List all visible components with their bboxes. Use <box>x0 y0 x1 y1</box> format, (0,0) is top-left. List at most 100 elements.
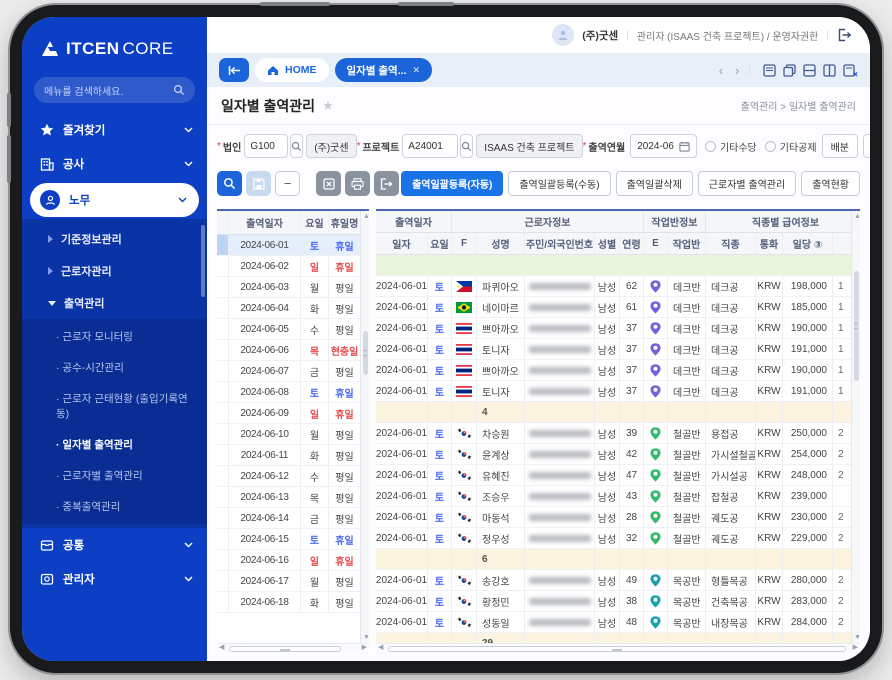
worker-attendance-row[interactable]: 2024-06-01 토 송강호 남성 49 목공반 형틀목공 KRW 280,000 2 <box>376 570 851 591</box>
print-button[interactable] <box>345 171 370 196</box>
worker-attendance-row[interactable]: 2024-06-01 토 성동일 남성 48 목공반 내장목공 KRW 284,000 2 <box>376 612 851 633</box>
scrollbar-thumb[interactable] <box>853 271 859 381</box>
search-button[interactable] <box>217 171 242 196</box>
cascade-view-icon[interactable] <box>783 63 796 77</box>
worker-attendance-row[interactable]: 2024-06-01 토 정우성 남성 32 철골반 궤도공 KRW 229,000 2 <box>376 528 851 549</box>
date-row[interactable]: 2024-06-13 목 평일 <box>217 487 369 508</box>
worker-attendance-row[interactable]: 2024-06-01 토 차승원 남성 39 철골반 용접공 KRW 250,000 2 <box>376 423 851 444</box>
worker-attendance-row[interactable]: 2024-06-01 토 쁘아까오 남성 37 데크반 데크공 KRW 190,000 1 <box>376 318 851 339</box>
sidebar-item-construction[interactable]: 공사 <box>22 147 207 181</box>
work-team: 목공반 <box>668 612 706 632</box>
corp-search-button[interactable] <box>290 134 304 158</box>
date-row[interactable]: 2024-06-09 일 휴일 <box>217 403 369 424</box>
submenu-item-worker-mgmt[interactable]: 근로자관리 <box>22 255 207 287</box>
attendance-table-hscrollbar[interactable]: ◀ ▶ <box>376 643 860 653</box>
bulk-register-manual-button[interactable]: 출역일괄등록(수동) <box>508 171 611 196</box>
submenu-item-attendance[interactable]: 출역관리 <box>22 287 207 319</box>
attendance-date: 2024-06-17 <box>229 571 301 591</box>
submenu-item-work-status[interactable]: · 근로자 근태현황 (출입기록연동) <box>22 383 207 429</box>
sidebar-item-labor[interactable]: 노무 <box>30 183 199 217</box>
attendance-table-vscrollbar[interactable]: ▲▼ <box>851 211 860 643</box>
favorite-star-icon[interactable]: ★ <box>322 98 334 114</box>
worker-attendance-row[interactable]: 2024-06-01토 윤계상 남성42 철골반가시설철골공KRW254,000 2 <box>376 444 851 465</box>
date-row[interactable]: 2024-06-18 화 평일 <box>217 592 369 613</box>
export-button[interactable] <box>374 171 399 196</box>
bulk-register-auto-button[interactable]: 출역일괄등록(자동) <box>401 171 504 196</box>
date-row[interactable]: 2024-06-01 토 휴일 <box>217 235 369 256</box>
distribute-button[interactable]: 배분 <box>821 134 858 158</box>
tab-home[interactable]: HOME <box>255 58 329 82</box>
close-icon[interactable]: ✕ <box>412 65 420 76</box>
submenu-item-duplicate-attendance[interactable]: · 중복출역관리 <box>22 491 207 522</box>
date-row[interactable]: 2024-06-12 수 평일 <box>217 466 369 487</box>
project-search-button[interactable] <box>460 134 474 158</box>
worker-attendance-row[interactable]: 2024-06-01 토 파퀴아오 남성 62 데크반 데크공 KRW 198,000 1 <box>376 276 851 297</box>
corp-code-input[interactable] <box>244 134 289 158</box>
avatar[interactable] <box>552 24 575 46</box>
worker-attendance-button[interactable]: 근로자별 출역관리 <box>697 171 797 196</box>
date-row[interactable]: 2024-06-11 화 평일 <box>217 445 369 466</box>
date-row[interactable]: 2024-06-17 월 평일 <box>217 571 369 592</box>
date-row[interactable]: 2024-06-05 수 평일 <box>217 319 369 340</box>
radio-extra-allowance[interactable]: 기타수당 <box>704 139 757 154</box>
flag-korea-icon <box>456 574 472 586</box>
date-row[interactable]: 2024-06-02 일 휴일 <box>217 256 369 277</box>
worker-attendance-row[interactable]: 2024-06-01 토 토니자 남성 37 데크반 데크공 KRW 191,000 1 <box>376 381 851 402</box>
date-row[interactable]: 2024-06-14 금 평일 <box>217 508 369 529</box>
submenu-item-base-info[interactable]: 기준정보관리 <box>22 223 207 255</box>
app-logo: ITCEN CORE <box>22 17 207 73</box>
subtotal-row[interactable]: 4 <box>376 402 851 423</box>
split-vertical-icon[interactable] <box>823 63 836 77</box>
sidebar-item-admin[interactable]: 관리자 <box>22 562 207 596</box>
submenu-item-daily-attendance[interactable]: · 일자별 출역관리 <box>22 429 207 460</box>
worker-attendance-row[interactable]: 2024-06-01 토 쁘아까오 남성 37 데크반 데크공 KRW 190,000 1 <box>376 360 851 381</box>
worker-attendance-row[interactable]: 2024-06-01 토 조승우 남성 43 철골반 잡철공 KRW 239,000 <box>376 486 851 507</box>
project-code-input[interactable] <box>402 134 459 158</box>
subtotal-row[interactable]: 29 <box>376 633 851 643</box>
work-team: 철골반 <box>668 423 706 443</box>
date-row[interactable]: 2024-06-15 토 휴일 <box>217 529 369 550</box>
subtotal-row[interactable]: 6 <box>376 549 851 570</box>
date-row[interactable]: 2024-06-03 월 평일 <box>217 277 369 298</box>
date-table-vscrollbar[interactable]: ▲▼ <box>360 211 369 643</box>
sidebar-collapse-button[interactable] <box>219 58 249 82</box>
date-row[interactable]: 2024-06-04 화 평일 <box>217 298 369 319</box>
date-row[interactable]: 2024-06-16 일 휴일 <box>217 550 369 571</box>
menu-search-input[interactable]: 메뉴를 검색하세요. <box>34 77 195 103</box>
logout-icon[interactable] <box>837 28 852 42</box>
submenu-scrollbar[interactable] <box>201 225 205 297</box>
tab-prev-arrow[interactable]: ‹ <box>716 63 726 78</box>
worker-attendance-row[interactable]: 2024-06-01 토 네이마르 남성 61 데크반 데크공 KRW 185,000 1 <box>376 297 851 318</box>
single-view-icon[interactable] <box>763 63 776 77</box>
attendance-status-button[interactable]: 출역현황 <box>801 171 860 196</box>
worker-attendance-row[interactable]: 2024-06-01 토 토니자 남성 37 데크반 데크공 KRW 191,000 1 <box>376 339 851 360</box>
scrollbar-thumb[interactable] <box>362 331 368 375</box>
save-button[interactable] <box>246 171 271 196</box>
worker-attendance-row[interactable]: 2024-06-01 토 유혜진 남성 47 철골반 가시설공 KRW 248,000 2 <box>376 465 851 486</box>
tab-next-arrow[interactable]: › <box>732 63 742 78</box>
split-horizontal-icon[interactable] <box>803 63 816 77</box>
bulk-assign-button[interactable]: 일괄지정 <box>862 134 870 158</box>
excel-export-button[interactable] <box>316 171 341 196</box>
radio-extra-deduction[interactable]: 기타공제 <box>764 139 817 154</box>
bulk-delete-button[interactable]: 출역일괄삭제 <box>615 171 693 196</box>
submenu-item-worker-monitoring[interactable]: · 근로자 모니터링 <box>22 321 207 352</box>
date-table-hscrollbar[interactable]: ◀ ▶ <box>217 643 369 653</box>
scrollbar-thumb[interactable] <box>229 645 341 652</box>
worker-attendance-row[interactable]: 2024-06-01 토 마동석 남성 28 철골반 궤도공 KRW 230,000 2 <box>376 507 851 528</box>
sidebar-item-common[interactable]: 공통 <box>22 528 207 562</box>
scrollbar-thumb[interactable] <box>388 645 846 652</box>
close-all-icon[interactable] <box>843 63 858 77</box>
submenu-item-manhour-time[interactable]: · 공수-시간관리 <box>22 352 207 383</box>
submenu-item-worker-attendance[interactable]: · 근로자별 출역관리 <box>22 460 207 491</box>
tab-daily-attendance[interactable]: 일자별 출역... ✕ <box>334 58 433 82</box>
date-row[interactable]: 2024-06-10 월 평일 <box>217 424 369 445</box>
month-picker[interactable]: 2024-06 <box>630 134 697 158</box>
sidebar-item-favorites[interactable]: 즐겨찾기 <box>22 113 207 147</box>
date-row[interactable]: 2024-06-06 목 현충일 <box>217 340 369 361</box>
date-row[interactable]: 2024-06-08 토 휴일 <box>217 382 369 403</box>
date-row[interactable]: 2024-06-07 금 평일 <box>217 361 369 382</box>
worker-attendance-row[interactable]: 2024-06-01 토 황정민 남성 38 목공반 건축목공 KRW 283,000 2 <box>376 591 851 612</box>
group-separator-row[interactable] <box>376 255 851 276</box>
collapse-rows-button[interactable]: − <box>275 171 300 196</box>
